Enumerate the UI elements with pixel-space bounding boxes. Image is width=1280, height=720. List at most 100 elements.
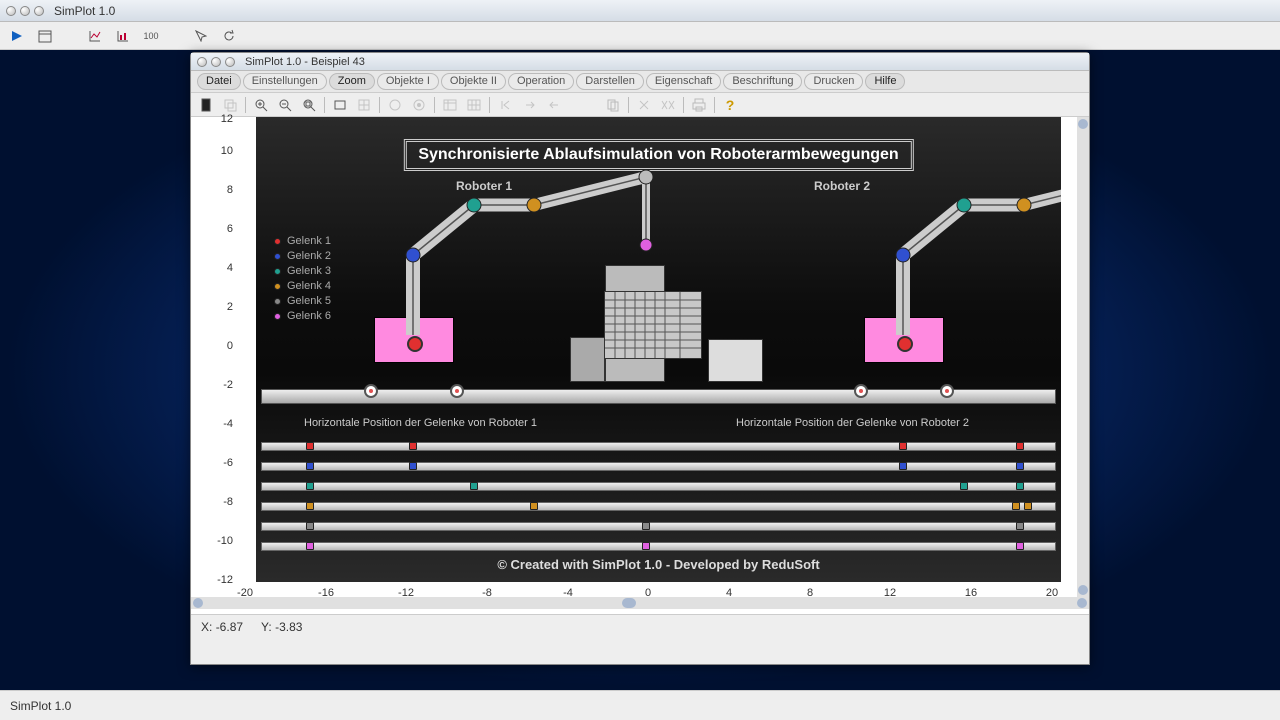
y-tick: 8 bbox=[199, 184, 233, 196]
legend-item: Gelenk 6 bbox=[274, 310, 331, 322]
legend-item: Gelenk 4 bbox=[274, 280, 331, 292]
status-x-value: -6.87 bbox=[216, 620, 243, 634]
plot-canvas[interactable]: Synchronisierte Ablaufsimulation von Rob… bbox=[256, 117, 1061, 582]
menu-objekte-1[interactable]: Objekte I bbox=[377, 73, 439, 90]
box-object bbox=[708, 339, 763, 382]
menubar: Datei Einstellungen Zoom Objekte I Objek… bbox=[191, 71, 1089, 93]
y-tick: -4 bbox=[199, 418, 233, 430]
marker bbox=[1012, 502, 1020, 510]
menu-datei[interactable]: Datei bbox=[197, 73, 241, 90]
marker bbox=[409, 462, 417, 470]
plot-pane: 12 10 8 6 4 2 0 -2 -4 -6 -8 -10 -12 Sync… bbox=[191, 117, 1089, 639]
help-icon[interactable]: ? bbox=[721, 96, 739, 114]
track bbox=[261, 502, 1056, 511]
y-tick: 6 bbox=[199, 223, 233, 235]
marker bbox=[306, 482, 314, 490]
play-icon[interactable] bbox=[8, 27, 26, 45]
robot1-label: Roboter 1 bbox=[456, 179, 512, 193]
marker bbox=[1016, 482, 1024, 490]
child-titlebar: SimPlot 1.0 - Beispiel 43 bbox=[191, 53, 1089, 71]
track bbox=[261, 482, 1056, 491]
child-window: SimPlot 1.0 - Beispiel 43 Datei Einstell… bbox=[190, 52, 1090, 665]
child-title: SimPlot 1.0 - Beispiel 43 bbox=[245, 56, 365, 68]
calendar-icon[interactable] bbox=[36, 27, 54, 45]
menu-objekte-2[interactable]: Objekte II bbox=[441, 73, 506, 90]
menu-operation[interactable]: Operation bbox=[508, 73, 574, 90]
inner-toolbar: ? bbox=[191, 93, 1089, 117]
track bbox=[261, 462, 1056, 471]
nav-prev-icon[interactable] bbox=[544, 96, 562, 114]
y-tick: 12 bbox=[199, 113, 233, 125]
scrollbar-horizontal[interactable] bbox=[191, 597, 1089, 609]
y-tick: -8 bbox=[199, 496, 233, 508]
chart-axes-icon[interactable] bbox=[86, 27, 104, 45]
y-tick: 0 bbox=[199, 340, 233, 352]
marker bbox=[1024, 502, 1032, 510]
copy-page-icon[interactable] bbox=[604, 96, 622, 114]
grid3-icon[interactable] bbox=[355, 96, 373, 114]
copy-icon[interactable] bbox=[221, 96, 239, 114]
outer-toolbar: 100 bbox=[0, 22, 1280, 50]
menu-drucken[interactable]: Drucken bbox=[804, 73, 863, 90]
window-control-icon[interactable] bbox=[197, 57, 207, 67]
chart-bars-icon[interactable] bbox=[114, 27, 132, 45]
marker bbox=[306, 442, 314, 450]
zoom-out-icon[interactable] bbox=[276, 96, 294, 114]
marker bbox=[306, 462, 314, 470]
menu-hilfe[interactable]: Hilfe bbox=[865, 73, 905, 90]
status-x-label: X: bbox=[201, 620, 212, 634]
y-tick: -6 bbox=[199, 457, 233, 469]
window-control-icon[interactable] bbox=[225, 57, 235, 67]
outer-titlebar: SimPlot 1.0 bbox=[0, 0, 1280, 22]
print-icon[interactable] bbox=[690, 96, 708, 114]
table-icon[interactable] bbox=[441, 96, 459, 114]
window-control-icon[interactable] bbox=[6, 6, 16, 16]
marker bbox=[306, 522, 314, 530]
close-x-icon[interactable] bbox=[635, 96, 653, 114]
menu-zoom[interactable]: Zoom bbox=[329, 73, 375, 90]
circle-b-icon[interactable] bbox=[410, 96, 428, 114]
window-control-icon[interactable] bbox=[34, 6, 44, 16]
marker bbox=[899, 442, 907, 450]
menu-beschriftung[interactable]: Beschriftung bbox=[723, 73, 802, 90]
child-statusbar: X: -6.87 Y: -3.83 bbox=[191, 614, 1089, 639]
outer-title: SimPlot 1.0 bbox=[54, 4, 115, 18]
window-control-icon[interactable] bbox=[211, 57, 221, 67]
legend: Gelenk 1 Gelenk 2 Gelenk 3 Gelenk 4 Gele… bbox=[274, 232, 331, 325]
chart-100-icon[interactable]: 100 bbox=[142, 27, 160, 45]
nav-next-icon[interactable] bbox=[520, 96, 538, 114]
grid-icon[interactable] bbox=[465, 96, 483, 114]
nav-first-icon[interactable] bbox=[496, 96, 514, 114]
marker bbox=[899, 462, 907, 470]
mdi-area: SimPlot 1.0 - Beispiel 43 Datei Einstell… bbox=[0, 50, 1280, 690]
zoom-in-icon[interactable] bbox=[252, 96, 270, 114]
marker bbox=[642, 522, 650, 530]
menu-darstellen[interactable]: Darstellen bbox=[576, 73, 644, 90]
legend-item: Gelenk 5 bbox=[274, 295, 331, 307]
rotate-icon[interactable] bbox=[220, 27, 238, 45]
robot2-label: Roboter 2 bbox=[814, 179, 870, 193]
marker bbox=[470, 482, 478, 490]
y-tick: -12 bbox=[199, 574, 233, 586]
track bbox=[261, 542, 1056, 551]
track bbox=[261, 522, 1056, 531]
y-tick: 10 bbox=[199, 145, 233, 157]
marker bbox=[1016, 542, 1024, 550]
box-object bbox=[570, 337, 605, 382]
menu-eigenschaft[interactable]: Eigenschaft bbox=[646, 73, 721, 90]
window-control-icon[interactable] bbox=[20, 6, 30, 16]
scrollbar-vertical[interactable] bbox=[1077, 117, 1089, 597]
cursor-icon[interactable] bbox=[192, 27, 210, 45]
device-icon[interactable] bbox=[197, 96, 215, 114]
circle-a-icon[interactable] bbox=[386, 96, 404, 114]
menu-einstellungen[interactable]: Einstellungen bbox=[243, 73, 327, 90]
legend-item: Gelenk 1 bbox=[274, 235, 331, 247]
zoom-fit-icon[interactable] bbox=[300, 96, 318, 114]
status-y-label: Y: bbox=[261, 620, 272, 634]
plot-footer: © Created with SimPlot 1.0 - Developed b… bbox=[256, 557, 1061, 572]
grid-box bbox=[604, 291, 702, 359]
rect-icon[interactable] bbox=[331, 96, 349, 114]
close-xx-icon[interactable] bbox=[659, 96, 677, 114]
hpos1-label: Horizontale Position der Gelenke von Rob… bbox=[304, 417, 537, 429]
marker bbox=[409, 442, 417, 450]
